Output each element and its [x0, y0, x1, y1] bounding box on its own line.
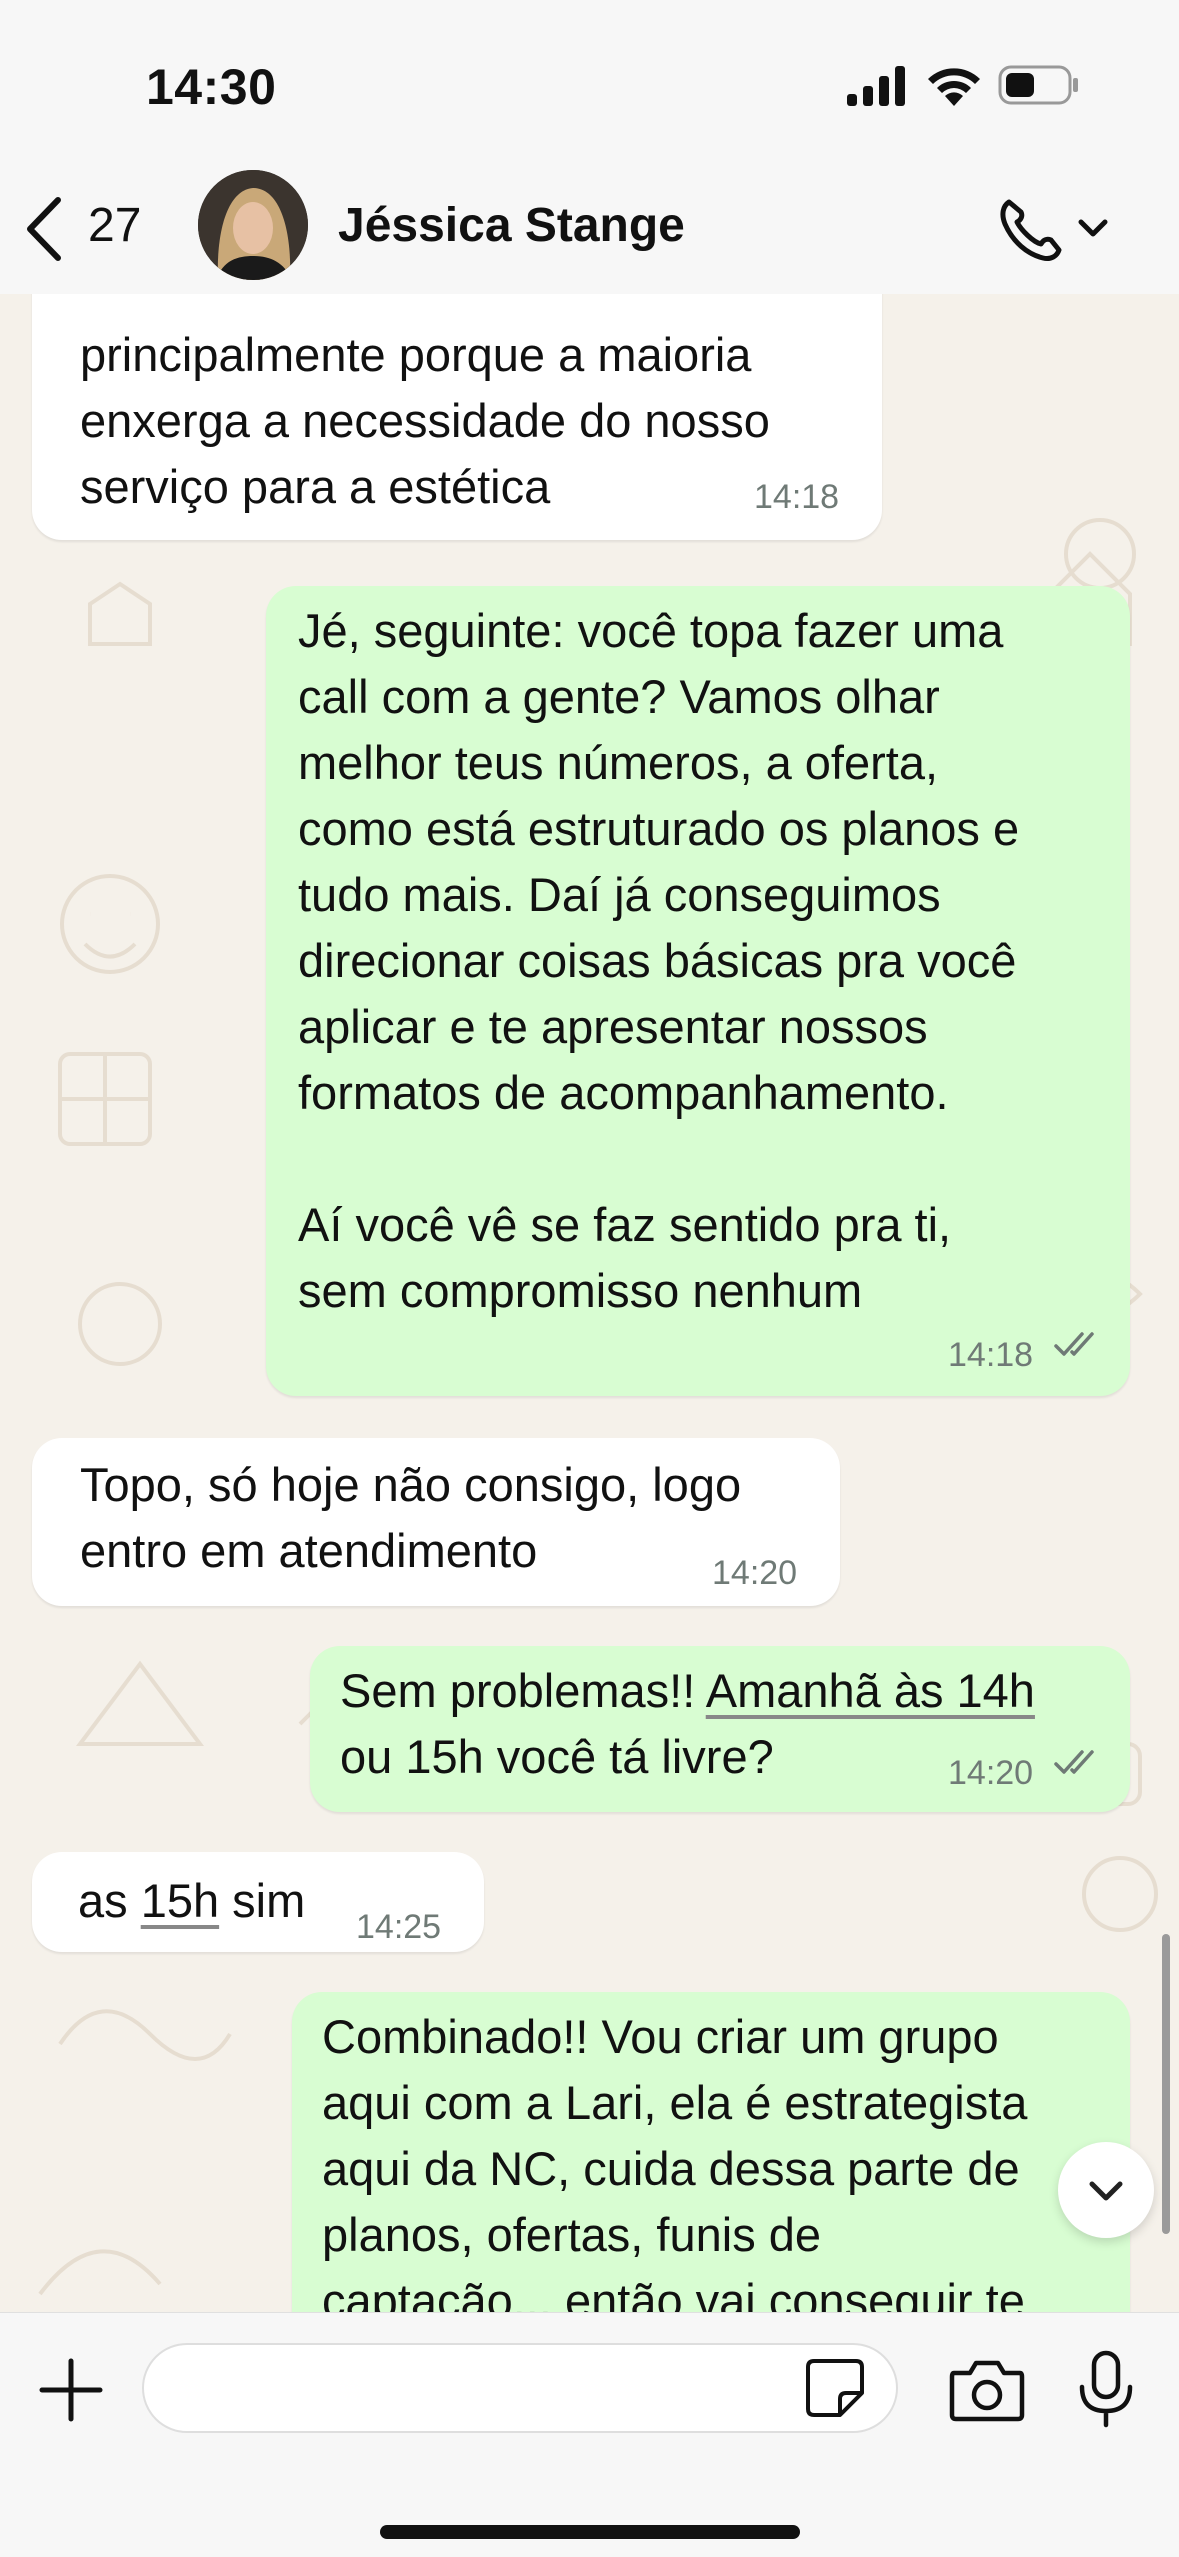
phone-icon[interactable]	[995, 192, 1125, 262]
camera-icon[interactable]	[948, 2355, 1026, 2423]
message-text: principalmente porque a maioria enxerga …	[80, 328, 770, 513]
message-text: as 15h sim	[78, 1868, 305, 1934]
scroll-indicator[interactable]	[1162, 1934, 1170, 2234]
message-time: 14:25	[356, 1908, 442, 1946]
cellular-signal-icon	[847, 66, 905, 106]
message-text-part: Sem problemas!!	[340, 1664, 706, 1717]
avatar-photo	[198, 170, 308, 280]
message-bubble-incoming[interactable]: principalmente porque a maioria enxerga …	[32, 294, 882, 540]
status-time: 14:30	[146, 59, 277, 115]
date-link[interactable]: Amanhã às 14h	[706, 1664, 1035, 1717]
back-unread-count[interactable]: 27	[88, 198, 141, 253]
status-bar: 14:30	[0, 0, 1179, 160]
chat-area[interactable]: principalmente porque a maioria enxerga …	[0, 294, 1179, 2312]
scroll-to-bottom-button[interactable]	[1058, 2142, 1154, 2238]
home-indicator[interactable]	[380, 2525, 800, 2539]
message-text-part: sim	[219, 1874, 306, 1927]
message-bubble-outgoing[interactable]: Jé, seguinte: você topa fazer uma call c…	[266, 586, 1130, 1396]
message-bubble-outgoing[interactable]: Sem problemas!! Amanhã às 14h ou 15h voc…	[310, 1646, 1130, 1812]
battery-icon	[998, 65, 1078, 105]
wifi-icon	[928, 68, 980, 106]
double-check-read-icon	[1054, 1750, 1094, 1774]
chevron-down-icon	[1089, 2181, 1123, 2201]
double-check-read-icon	[1054, 1332, 1094, 1356]
message-bubble-incoming[interactable]: Topo, só hoje não consigo, logo entro em…	[32, 1438, 840, 1606]
message-time: 14:20	[948, 1754, 1034, 1792]
message-bubble-incoming[interactable]: as 15h sim 14:25	[32, 1852, 484, 1952]
chat-header: 27 Jéssica Stange	[0, 160, 1179, 295]
message-text-part: as	[78, 1874, 141, 1927]
chevron-left-icon[interactable]	[20, 194, 70, 264]
message-input-bar	[0, 2312, 1179, 2557]
plus-icon[interactable]	[36, 2355, 106, 2425]
date-link[interactable]: 15h	[141, 1874, 219, 1927]
contact-name[interactable]: Jéssica Stange	[338, 198, 685, 253]
message-bubble-outgoing[interactable]: Combinado!! Vou criar um grupo aqui com …	[292, 1992, 1130, 2312]
message-text-part: ou 15h você tá livre?	[340, 1730, 774, 1783]
message-time: 14:18	[948, 1336, 1034, 1374]
contact-avatar[interactable]	[198, 170, 308, 280]
message-text: Combinado!! Vou criar um grupo aqui com …	[322, 2010, 1028, 2312]
sticker-icon[interactable]	[804, 2357, 866, 2419]
message-input[interactable]	[142, 2343, 898, 2433]
microphone-icon[interactable]	[1074, 2349, 1138, 2429]
message-text: Topo, só hoje não consigo, logo entro em…	[80, 1458, 742, 1577]
message-time: 14:18	[754, 478, 840, 516]
message-text: Jé, seguinte: você topa fazer uma call c…	[298, 604, 1020, 1317]
message-text: Sem problemas!! Amanhã às 14h ou 15h voc…	[340, 1658, 1035, 1790]
message-time: 14:20	[712, 1554, 798, 1592]
